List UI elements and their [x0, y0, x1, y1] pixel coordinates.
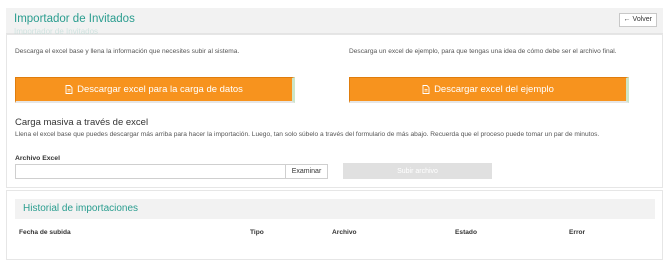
history-title: Historial de importaciones	[23, 203, 139, 214]
excel-file-label: Archivo Excel	[15, 155, 60, 162]
download-base-excel-label: Descargar excel para la carga de datos	[77, 84, 243, 95]
bulk-upload-description: Llena el excel base que puedes descargar…	[15, 131, 600, 138]
history-header: Historial de importaciones	[15, 199, 655, 219]
download-example-description: Descarga un excel de ejemplo, para que t…	[349, 48, 617, 55]
arrow-left-icon: ←	[623, 16, 631, 23]
import-card: Descarga el excel base y llena la inform…	[6, 34, 663, 188]
column-file: Archivo	[332, 229, 357, 236]
page-header: Importador de Invitados Importador de In…	[6, 8, 663, 36]
back-button-label: Volver	[632, 16, 652, 23]
column-error: Error	[569, 229, 586, 236]
file-icon	[422, 85, 430, 94]
download-base-description: Descarga el excel base y llena la inform…	[15, 48, 240, 55]
import-history-card: Historial de importaciones Fecha de subi…	[6, 190, 663, 260]
download-example-excel-button[interactable]: Descargar excel del ejemplo	[349, 77, 629, 103]
browse-button[interactable]: Examinar	[285, 164, 328, 179]
column-upload-date: Fecha de subida	[19, 229, 71, 236]
column-status: Estado	[455, 229, 477, 236]
file-icon	[65, 85, 73, 94]
bulk-upload-title: Carga masiva a través de excel	[15, 117, 149, 128]
excel-file-input[interactable]	[15, 164, 291, 179]
download-base-excel-button[interactable]: Descargar excel para la carga de datos	[15, 77, 295, 103]
download-example-excel-label: Descargar excel del ejemplo	[434, 84, 554, 95]
column-type: Tipo	[250, 229, 264, 236]
page-title: Importador de Invitados	[14, 13, 135, 25]
upload-file-button[interactable]: Subir archivo	[343, 163, 492, 179]
back-button[interactable]: ← Volver	[618, 13, 657, 27]
